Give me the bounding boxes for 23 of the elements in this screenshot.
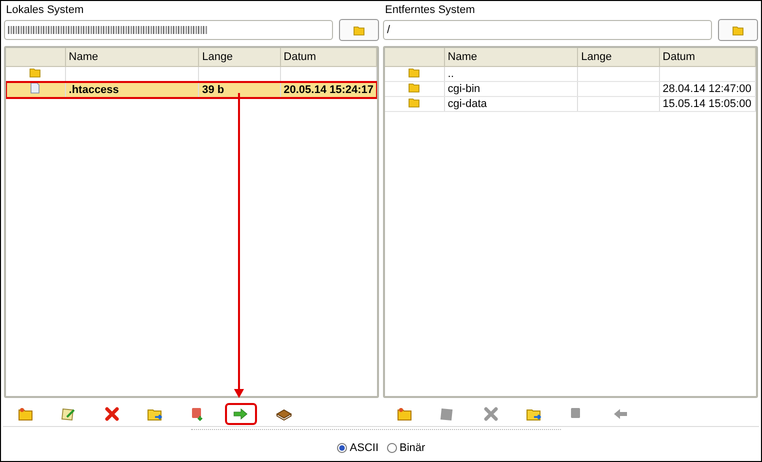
radio-option[interactable]: ASCII	[336, 442, 379, 454]
column-header[interactable]: Name	[444, 48, 578, 66]
file-row[interactable]: ..	[385, 66, 756, 82]
file-row[interactable]: cgi-data 15.05.14 15:05:00	[385, 96, 756, 112]
pane-title: Lokales System	[5, 3, 85, 18]
file-date: 28.04.14 12:47:00	[662, 83, 752, 95]
file-name: .htaccess	[68, 84, 119, 96]
file-row[interactable]: .htaccess 39 b 20.05.14 15:24:17	[6, 82, 376, 98]
column-header[interactable]: Lange	[578, 48, 660, 66]
file-name: ..	[448, 68, 454, 80]
file-date: 15.05.14 15:05:00	[662, 98, 752, 110]
column-header[interactable]: Datum	[280, 48, 376, 66]
file-name: cgi-bin	[448, 83, 480, 95]
column-header[interactable]: Name	[65, 48, 199, 66]
path-field[interactable]: /	[383, 20, 712, 40]
pane-title: Entferntes System	[384, 3, 476, 18]
column-header[interactable]: Datum	[659, 48, 756, 66]
radio-option[interactable]: Binär	[386, 442, 426, 454]
file-row[interactable]: cgi-bin 28.04.14 12:47:00	[385, 82, 756, 96]
file-name: cgi-data	[448, 98, 487, 110]
file-size: 39 b	[202, 84, 224, 96]
file-date: 20.05.14 15:24:17	[284, 84, 374, 96]
column-header[interactable]: Lange	[198, 48, 280, 66]
